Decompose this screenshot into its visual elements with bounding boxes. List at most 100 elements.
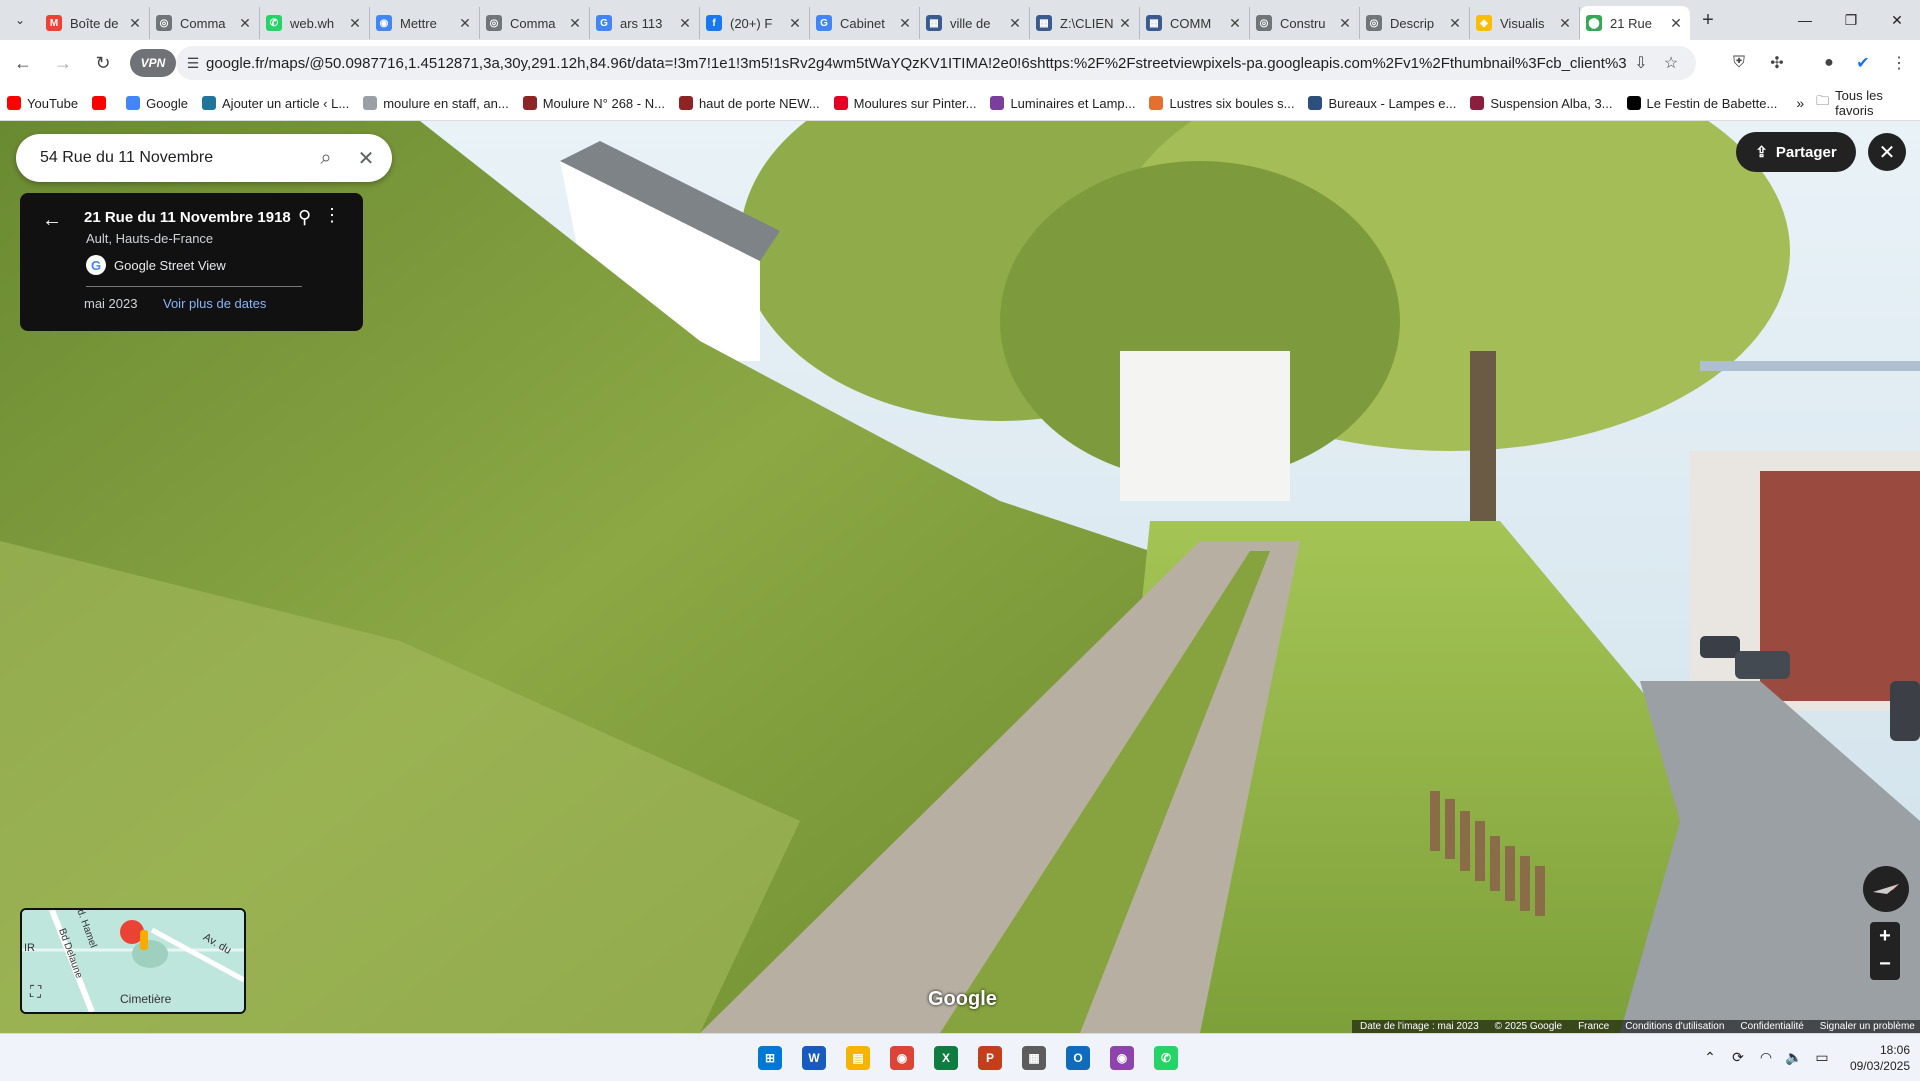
bookmark-item[interactable]: Moulure N° 268 - N... bbox=[516, 96, 672, 111]
minimize-button[interactable]: — bbox=[1782, 0, 1828, 40]
tab-close-icon[interactable]: ✕ bbox=[1337, 15, 1353, 32]
browser-tab[interactable]: f (20+) F ✕ bbox=[700, 7, 810, 39]
footer-link[interactable]: Conditions d'utilisation bbox=[1617, 1021, 1732, 1032]
tab-close-icon[interactable]: ✕ bbox=[1447, 15, 1463, 32]
browser-tab[interactable]: G Cabinet ✕ bbox=[810, 7, 920, 39]
browser-tab[interactable]: ▦ Z:\CLIEN ✕ bbox=[1030, 7, 1140, 39]
browser-tab[interactable]: ▦ COMM ✕ bbox=[1140, 7, 1250, 39]
tab-close-icon[interactable]: ✕ bbox=[347, 15, 363, 32]
taskbar-app-chrome[interactable]: ◉ bbox=[880, 1040, 924, 1076]
tab-close-icon[interactable]: ✕ bbox=[1007, 15, 1023, 32]
window-close-button[interactable]: ✕ bbox=[1874, 0, 1920, 40]
browser-menu-icon[interactable]: ⋮ bbox=[1884, 48, 1914, 78]
browser-tab[interactable]: ◎ Descrip ✕ bbox=[1360, 7, 1470, 39]
bookmark-item[interactable]: Bureaux - Lampes e... bbox=[1301, 96, 1463, 111]
tab-close-icon[interactable]: ✕ bbox=[677, 15, 693, 32]
all-bookmarks-folder[interactable]: 🗀 Tous les favoris bbox=[1816, 88, 1920, 118]
reload-button[interactable]: ↻ bbox=[86, 46, 120, 80]
zoom-out-button[interactable]: − bbox=[1870, 950, 1900, 978]
bookmark-item[interactable] bbox=[85, 96, 119, 110]
browser-tab[interactable]: ⬤ 21 Rue ✕ bbox=[1580, 6, 1690, 40]
sync-icon[interactable]: ⟳ bbox=[1724, 1049, 1752, 1066]
taskbar-app-excel[interactable]: X bbox=[924, 1040, 968, 1076]
browser-tab[interactable]: ◎ Comma ✕ bbox=[480, 7, 590, 39]
footer-link[interactable]: Confidentialité bbox=[1732, 1021, 1811, 1032]
browser-tab[interactable]: ◈ Visualis ✕ bbox=[1470, 7, 1580, 39]
profile-icon[interactable]: ● bbox=[1814, 48, 1844, 78]
taskbar-clock[interactable]: 18:06 09/03/2025 bbox=[1850, 1042, 1910, 1074]
clear-search-icon[interactable]: ✕ bbox=[346, 146, 386, 171]
browser-tab[interactable]: ✆ web.wh ✕ bbox=[260, 7, 370, 39]
maximize-button[interactable]: ❐ bbox=[1828, 0, 1874, 40]
bookmark-item[interactable]: Le Festin de Babette... bbox=[1620, 96, 1785, 111]
bookmark-item[interactable]: Google bbox=[119, 96, 195, 111]
maps-search-box[interactable]: 54 Rue du 11 Novembre ⌕ ✕ bbox=[16, 134, 392, 182]
tab-close-icon[interactable]: ✕ bbox=[457, 15, 473, 32]
more-dates-link[interactable]: Voir plus de dates bbox=[163, 296, 266, 311]
bookmarks-overflow-button[interactable]: » bbox=[1784, 95, 1816, 111]
divider bbox=[86, 286, 302, 287]
taskbar-app-start[interactable]: ⊞ bbox=[748, 1040, 792, 1076]
taskbar-app-whatsapp[interactable]: ✆ bbox=[1144, 1040, 1188, 1076]
taskbar-app-outlook[interactable]: O bbox=[1056, 1040, 1100, 1076]
browser-tab[interactable]: M Boîte de ✕ bbox=[40, 7, 150, 39]
expand-map-icon[interactable]: ⛶ bbox=[30, 984, 41, 1002]
bookmark-item[interactable]: haut de porte NEW... bbox=[672, 96, 827, 111]
taskbar-app-word[interactable]: W bbox=[792, 1040, 836, 1076]
tab-close-icon[interactable]: ✕ bbox=[1117, 15, 1133, 32]
location-pin-icon[interactable]: ⚲ bbox=[298, 207, 311, 228]
bookmark-item[interactable]: Lustres six boules s... bbox=[1142, 96, 1301, 111]
search-icon[interactable]: ⌕ bbox=[306, 147, 346, 170]
maps-search-input[interactable]: 54 Rue du 11 Novembre bbox=[40, 149, 306, 167]
new-tab-button[interactable]: + bbox=[1690, 9, 1726, 32]
tab-close-icon[interactable]: ✕ bbox=[787, 15, 803, 32]
bookmark-item[interactable]: Suspension Alba, 3... bbox=[1463, 96, 1619, 111]
tab-search-dropdown[interactable]: ⌄ bbox=[0, 0, 40, 40]
browser-tab[interactable]: ◎ Constru ✕ bbox=[1250, 7, 1360, 39]
tab-close-icon[interactable]: ✕ bbox=[1557, 15, 1573, 32]
tab-close-icon[interactable]: ✕ bbox=[1668, 15, 1684, 32]
tab-close-icon[interactable]: ✕ bbox=[567, 15, 583, 32]
address-bar[interactable]: ☰ google.fr/maps/@50.0987716,1.4512871,3… bbox=[176, 46, 1696, 80]
forward-button[interactable]: → bbox=[46, 46, 80, 80]
url-text[interactable]: google.fr/maps/@50.0987716,1.4512871,3a,… bbox=[206, 55, 1626, 72]
security-extension-icon[interactable]: ✔ bbox=[1848, 48, 1878, 78]
tab-close-icon[interactable]: ✕ bbox=[1227, 15, 1243, 32]
taskbar-app-powerpoint[interactable]: P bbox=[968, 1040, 1012, 1076]
bookmark-item[interactable]: YouTube bbox=[0, 96, 85, 111]
more-options-icon[interactable]: ⋮ bbox=[323, 205, 341, 226]
extensions-puzzle-icon[interactable]: ✣ bbox=[1762, 48, 1792, 78]
site-info-icon[interactable]: ☰ bbox=[180, 55, 206, 72]
browser-tab[interactable]: ▦ ville de ✕ bbox=[920, 7, 1030, 39]
tray-overflow-icon[interactable]: ⌃ bbox=[1696, 1049, 1724, 1066]
browser-tab[interactable]: ◉ Mettre ✕ bbox=[370, 7, 480, 39]
back-button[interactable]: ← bbox=[6, 46, 40, 80]
battery-icon[interactable]: ▭ bbox=[1808, 1049, 1836, 1066]
wifi-icon[interactable]: ◠ bbox=[1752, 1049, 1780, 1066]
taskbar-app-explorer[interactable]: ▤ bbox=[836, 1040, 880, 1076]
close-street-view-button[interactable]: ✕ bbox=[1868, 133, 1906, 171]
bookmark-item[interactable]: moulure en staff, an... bbox=[356, 96, 516, 111]
volume-icon[interactable]: 🔈 bbox=[1780, 1049, 1808, 1066]
taskbar-app-calculator[interactable]: ▦ bbox=[1012, 1040, 1056, 1076]
bookmark-star-icon[interactable]: ☆ bbox=[1656, 53, 1686, 73]
bookmark-item[interactable]: Luminaires et Lamp... bbox=[983, 96, 1142, 111]
tab-close-icon[interactable]: ✕ bbox=[127, 15, 143, 32]
share-button[interactable]: ⇪ Partager bbox=[1736, 132, 1856, 172]
back-arrow-icon[interactable]: ← bbox=[42, 209, 62, 232]
extension-shield-icon[interactable]: ⛨ bbox=[1724, 48, 1754, 78]
browser-tab[interactable]: ◎ Comma ✕ bbox=[150, 7, 260, 39]
footer-link[interactable]: France bbox=[1570, 1021, 1617, 1032]
taskbar-app-chrome-profile[interactable]: ◉ bbox=[1100, 1040, 1144, 1076]
bookmark-item[interactable]: Moulures sur Pinter... bbox=[827, 96, 984, 111]
tab-close-icon[interactable]: ✕ bbox=[237, 15, 253, 32]
bookmark-item[interactable]: Ajouter un article ‹ L... bbox=[195, 96, 356, 111]
tab-close-icon[interactable]: ✕ bbox=[897, 15, 913, 32]
zoom-in-button[interactable]: + bbox=[1870, 922, 1900, 950]
compass-icon[interactable] bbox=[1863, 866, 1909, 912]
footer-link[interactable]: Signaler un problème bbox=[1812, 1021, 1920, 1032]
browser-tab[interactable]: Gars 113 ✕ bbox=[590, 7, 700, 39]
install-app-icon[interactable]: ⇩ bbox=[1626, 53, 1656, 73]
vpn-badge[interactable]: VPN bbox=[130, 49, 176, 77]
minimap[interactable]: Av. du Bd Delaune Ed. Hamel IR Cimetière… bbox=[20, 908, 246, 1014]
